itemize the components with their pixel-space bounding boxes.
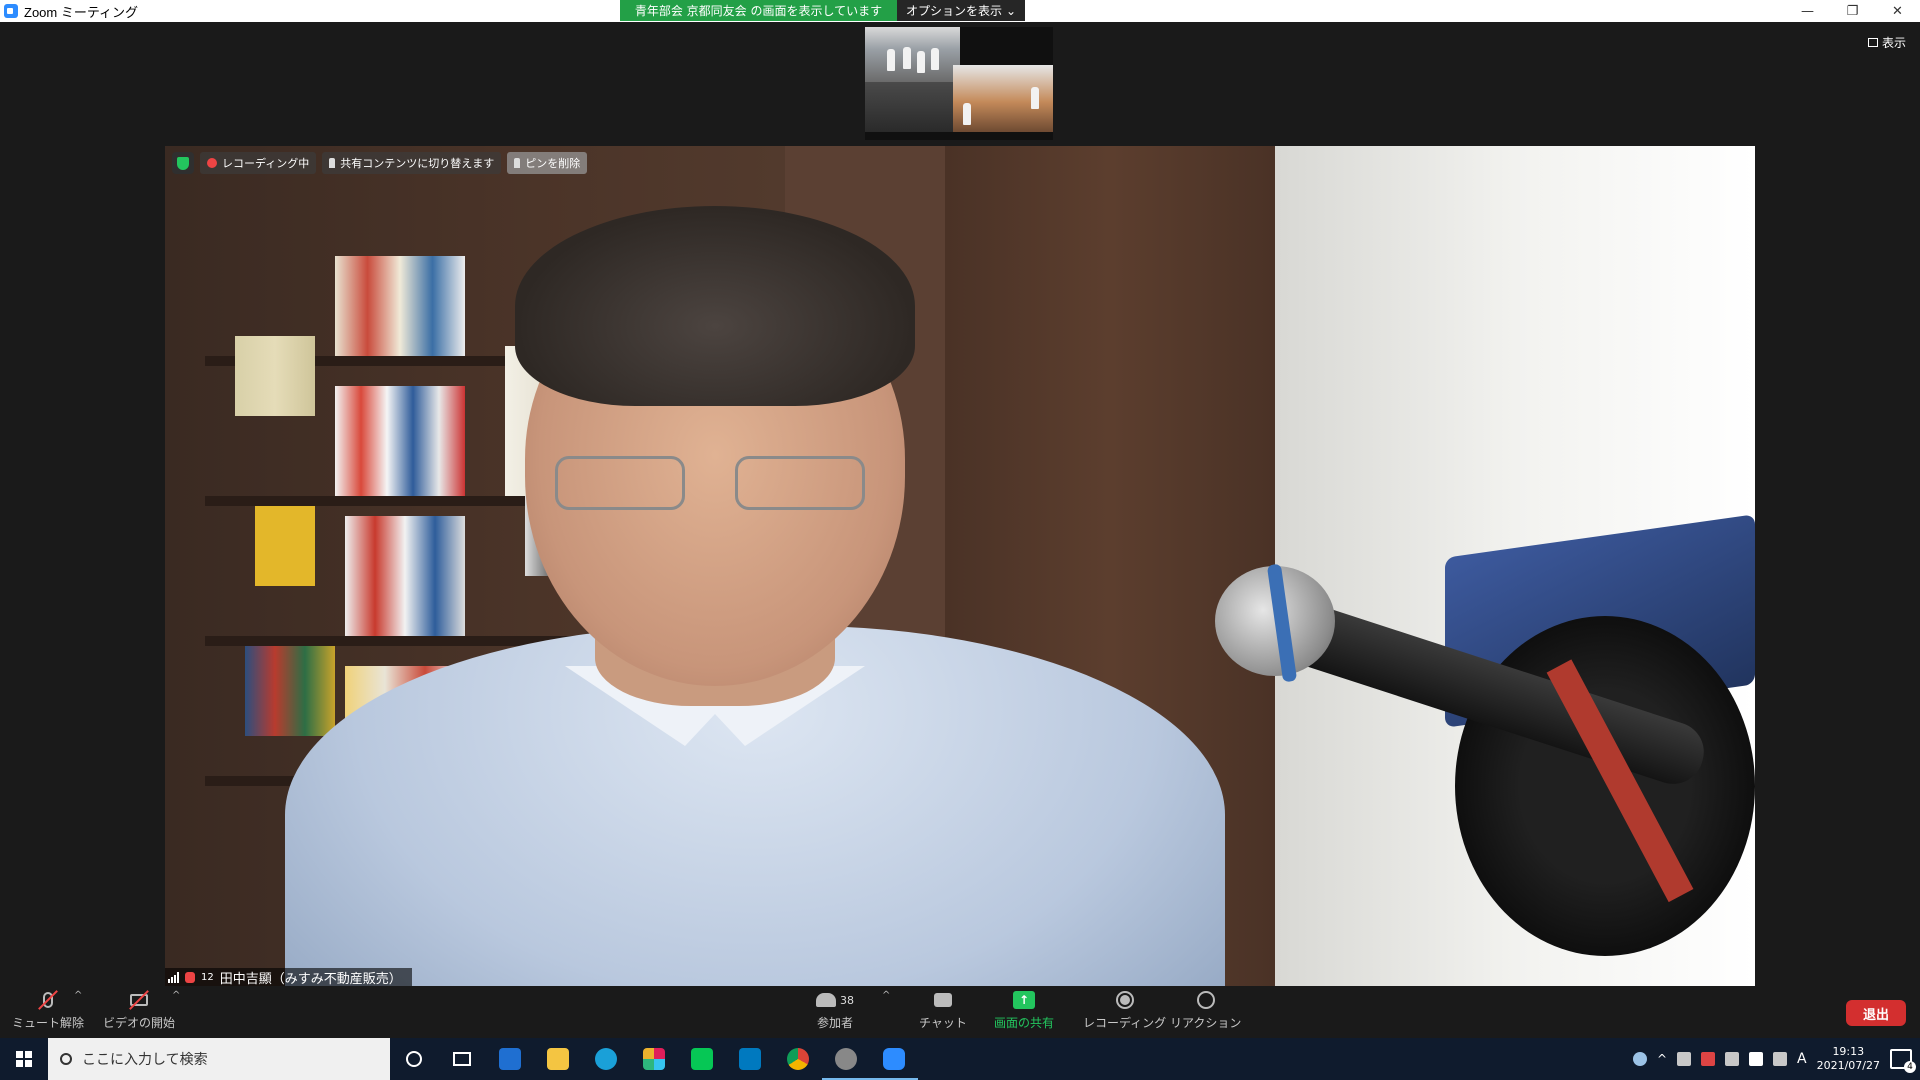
active-speaker-video[interactable]: レコーディング中 共有コンテンツに切り替えます ピンを削除 12 田中吉顯（みす… [165,146,1755,986]
taskbar-app-explorer[interactable] [534,1038,582,1080]
weather-icon[interactable] [1632,1052,1647,1066]
video-overlay-controls: レコーディング中 共有コンテンツに切り替えます ピンを削除 [172,152,588,174]
taskbar-app-trello[interactable] [726,1038,774,1080]
taskbar-clock[interactable]: 19:13 2021/07/27 [1817,1045,1880,1073]
participants-icon [816,993,836,1007]
share-screen-icon: ↑ [1013,991,1035,1009]
view-options-button[interactable]: オプションを表示 ⌄ [897,0,1025,21]
window-controls: — ❐ ✕ [1785,0,1920,22]
search-placeholder: ここに入力して検索 [82,1052,208,1068]
volume-icon[interactable] [1773,1052,1788,1066]
audio-options-caret[interactable]: ^ [74,990,82,1001]
switch-to-shared-content-button[interactable]: 共有コンテンツに切り替えます [322,152,502,174]
taskbar-app-chrome[interactable] [774,1038,822,1080]
record-button[interactable]: レコーディング [1083,988,1166,1031]
taskbar-app-slack[interactable] [630,1038,678,1080]
edge-icon [595,1048,617,1070]
chrome-icon [787,1048,809,1070]
chat-icon [931,988,955,1012]
zoom-app-icon [4,4,18,18]
participant-name: 田中吉顯（みすみ不動産販売） [219,971,402,987]
recording-dot-icon [207,158,217,168]
zoom-icon [883,1048,905,1070]
taskbar-app-dw[interactable] [486,1038,534,1080]
unpin-button[interactable]: ピンを削除 [507,152,588,174]
meeting-toolbar: ミュート解除 ^ ビデオの開始 ^ 38 参加者 ^ チャット ↑ 画面の共有 … [0,986,1920,1038]
windows-taskbar: ここに入力して検索 ^ A 19:13 2021/07/27 4 [0,1038,1920,1080]
unpin-icon [514,158,521,168]
participants-count: 38 [840,993,854,1007]
tray-expand-icon[interactable]: ^ [1657,1052,1667,1066]
slack-icon [643,1048,665,1070]
window-title: Zoom ミーティング [24,4,139,20]
connection-signal-icon [168,971,179,983]
dw-app-icon [499,1048,521,1070]
record-icon [1113,988,1137,1012]
reactions-button[interactable]: リアクション [1170,988,1241,1031]
encryption-shield-icon[interactable] [172,152,194,174]
settings-gear-icon [835,1048,857,1070]
minimize-button[interactable]: — [1785,0,1830,22]
recording-indicator[interactable]: レコーディング中 [200,152,317,174]
taskbar-search-box[interactable]: ここに入力して検索 [48,1038,390,1080]
notification-center-button[interactable]: 4 [1890,1049,1916,1073]
meeting-area: 表示 レコーディング中 共有コンテンツに切り替えます ピンを削除 12 田中吉顯… [0,22,1920,986]
microphone-muted-icon [36,988,60,1012]
security-icon[interactable] [1701,1052,1716,1066]
participants-options-caret[interactable]: ^ [882,990,890,1001]
notification-count: 4 [1904,1061,1916,1073]
view-button-label: 表示 [1881,36,1906,50]
dropbox-icon[interactable] [1749,1052,1764,1066]
muted-mic-icon [185,971,195,983]
windows-logo-icon [16,1051,32,1067]
view-button[interactable]: 表示 [1867,34,1906,51]
start-video-button[interactable]: ビデオの開始 [103,988,175,1031]
view-options-label: オプションを表示 [905,4,1002,18]
share-screen-button[interactable]: ↑ 画面の共有 [994,988,1054,1031]
search-icon [60,1053,72,1065]
glasses [555,456,885,516]
close-button[interactable]: ✕ [1875,0,1920,22]
leave-meeting-button[interactable]: 退出 [1846,1000,1906,1026]
chevron-down-icon: ⌄ [1005,3,1017,18]
task-view-icon [453,1052,471,1066]
taskbar-app-settings[interactable] [822,1038,870,1080]
taskbar-app-line[interactable] [678,1038,726,1080]
meet-now-icon[interactable] [1677,1052,1692,1066]
network-icon[interactable] [1725,1052,1740,1066]
participant-name-tag: 12 田中吉顯（みすみ不動産販売） [165,968,412,986]
folder-icon [547,1048,569,1070]
system-tray: ^ A 19:13 2021/07/27 4 [1632,1045,1920,1073]
shared-screen-thumbnail[interactable] [865,27,1053,140]
camera-off-icon [127,988,151,1012]
reaction-smiley-icon [1194,988,1218,1012]
video-options-caret[interactable]: ^ [172,990,180,1001]
ime-indicator[interactable]: A [1797,1051,1807,1067]
clock-time: 19:13 [1832,1045,1865,1058]
shared-screen-image [865,27,1053,140]
participant-number: 12 [201,971,214,983]
chat-button[interactable]: チャット [919,988,967,1031]
taskbar-app-zoom[interactable] [870,1038,918,1080]
taskbar-app-edge[interactable] [582,1038,630,1080]
cortana-button[interactable] [390,1038,438,1080]
participants-button[interactable]: 38 参加者 [812,988,858,1031]
pin-icon [329,158,336,168]
task-view-button[interactable] [438,1038,486,1080]
clock-date: 2021/07/27 [1816,1059,1880,1072]
cortana-circle-icon [406,1051,422,1067]
restore-button[interactable]: ❐ [1830,0,1875,22]
start-button[interactable] [0,1038,48,1080]
window-title-bar: Zoom ミーティング 青年部会 京都同友会 の画面を表示しています オプション… [0,0,1920,22]
line-icon [691,1048,713,1070]
trello-icon [739,1048,761,1070]
screen-share-banner: 青年部会 京都同友会 の画面を表示しています [620,0,897,21]
grid-icon [1867,38,1878,47]
